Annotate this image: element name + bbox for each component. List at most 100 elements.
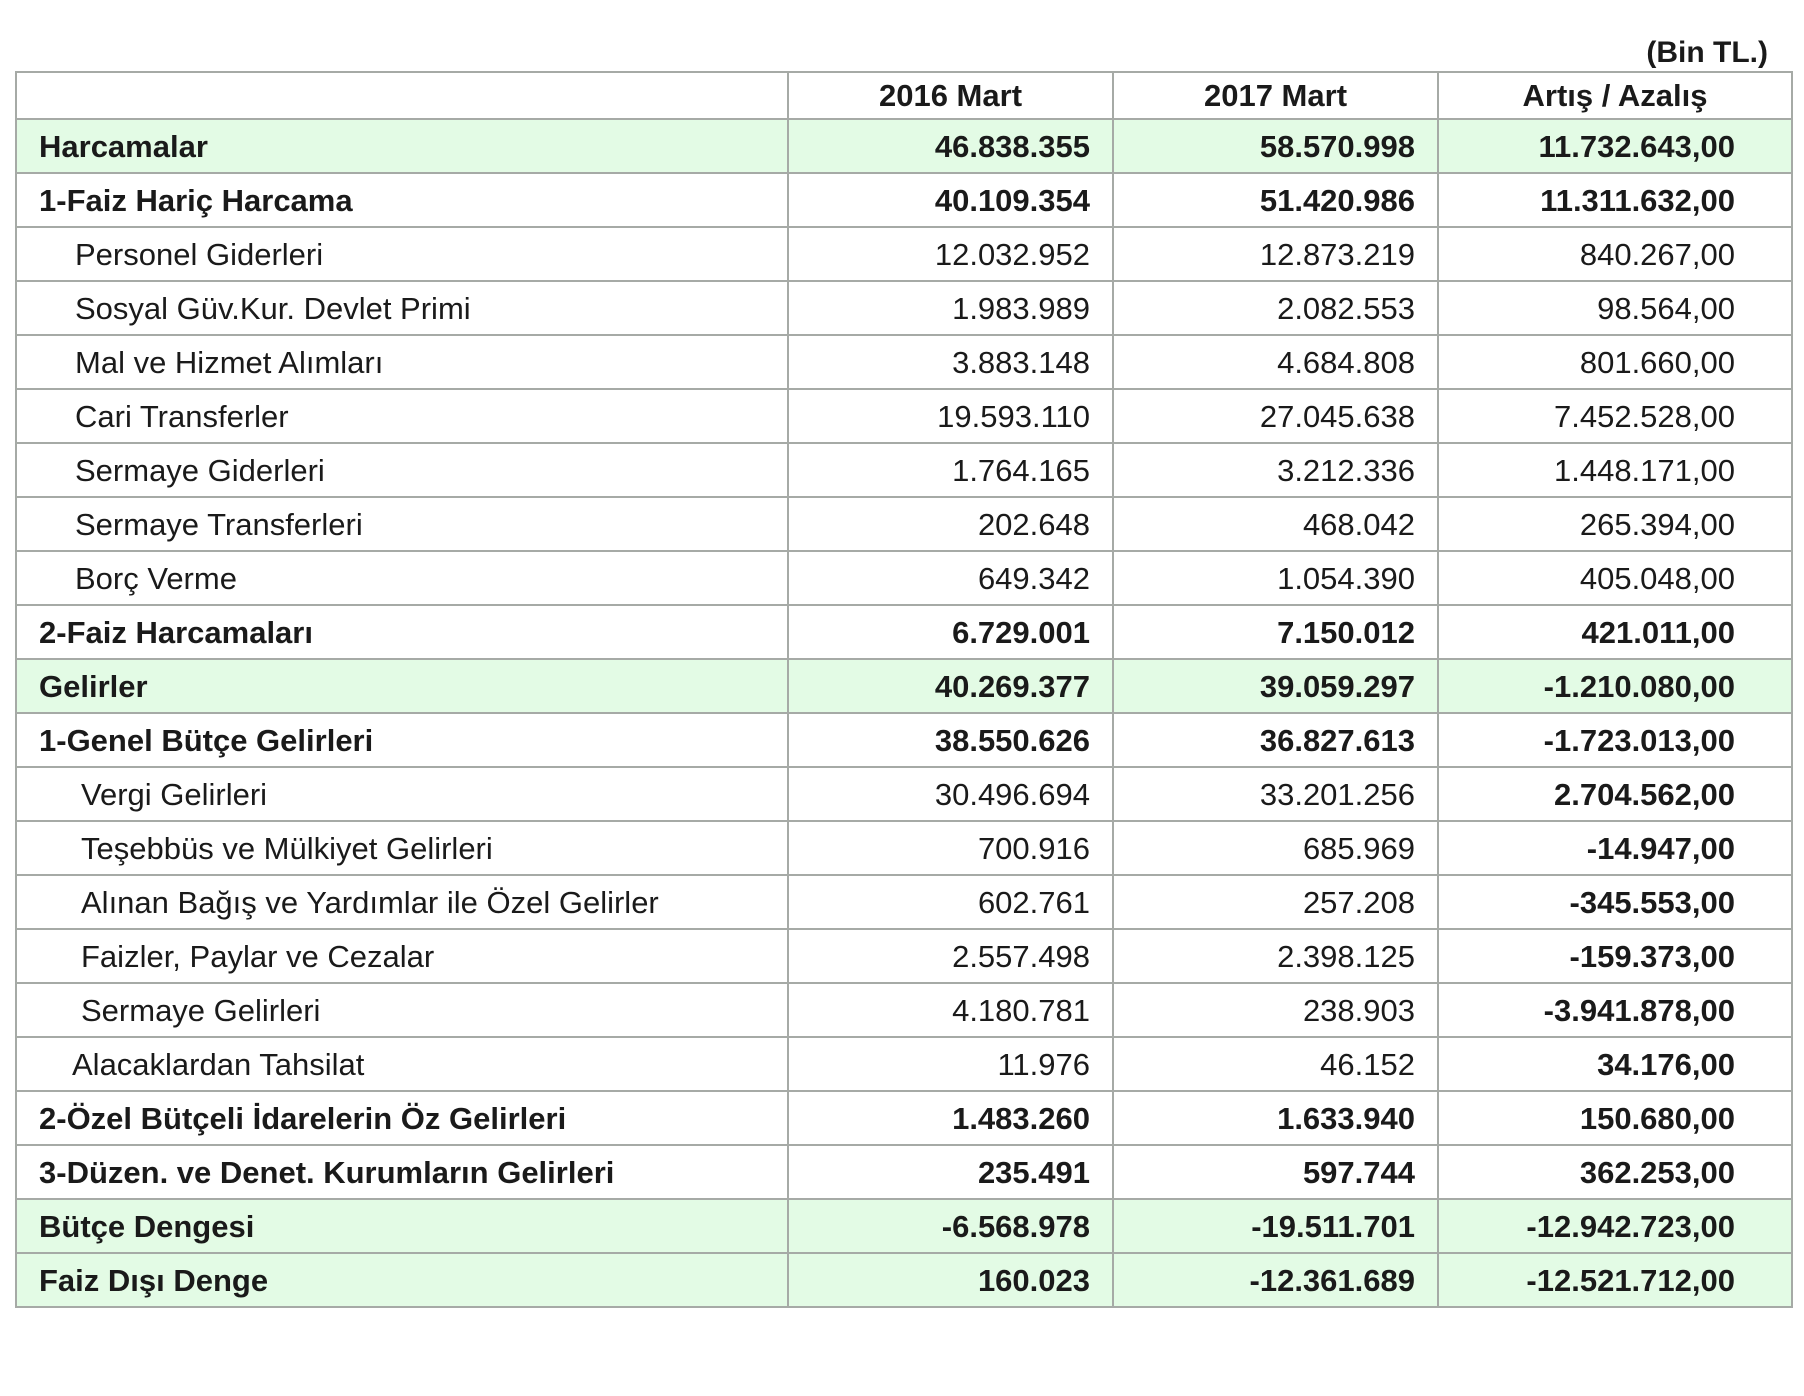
value-2017: 468.042	[1112, 496, 1439, 552]
table-row: Faizler, Paylar ve Cezalar 2.557.498 2.3…	[15, 928, 1793, 984]
table-row: Borç Verme 649.342 1.054.390 405.048,00	[15, 550, 1793, 606]
row-label: Sosyal Güv.Kur. Devlet Primi	[15, 280, 789, 336]
value-diff: -1.723.013,00	[1437, 712, 1793, 768]
table-row: Cari Transferler 19.593.110 27.045.638 7…	[15, 388, 1793, 444]
row-label: 1-Faiz Hariç Harcama	[15, 172, 789, 228]
value-diff: 421.011,00	[1437, 604, 1793, 660]
row-faiz-harcamalari: 2-Faiz Harcamaları 6.729.001 7.150.012 4…	[15, 604, 1793, 660]
value-diff: 2.704.562,00	[1437, 766, 1793, 822]
row-label: Sermaye Giderleri	[15, 442, 789, 498]
row-label: 2-Faiz Harcamaları	[15, 604, 789, 660]
header-2016: 2016 Mart	[787, 71, 1114, 120]
value-2016: 202.648	[787, 496, 1114, 552]
table-row: Sermaye Transferleri 202.648 468.042 265…	[15, 496, 1793, 552]
row-duzen-denet-kurumlar: 3-Düzen. ve Denet. Kurumların Gelirleri …	[15, 1144, 1793, 1200]
value-2017: 51.420.986	[1112, 172, 1439, 228]
value-2017: 1.054.390	[1112, 550, 1439, 606]
row-label: Alacaklardan Tahsilat	[15, 1036, 789, 1092]
value-diff: 150.680,00	[1437, 1090, 1793, 1146]
budget-table: 2016 Mart 2017 Mart Artış / Azalış Harca…	[15, 71, 1793, 1308]
value-2016: 602.761	[787, 874, 1114, 930]
value-diff: 362.253,00	[1437, 1144, 1793, 1200]
row-label: Sermaye Transferleri	[15, 496, 789, 552]
row-label: Gelirler	[15, 658, 789, 714]
value-2016: 700.916	[787, 820, 1114, 876]
value-2016: 11.976	[787, 1036, 1114, 1092]
row-label: Harcamalar	[15, 118, 789, 174]
row-butce-dengesi: Bütçe Dengesi -6.568.978 -19.511.701 -12…	[15, 1198, 1793, 1254]
row-ozel-butceli-idareler: 2-Özel Bütçeli İdarelerin Öz Gelirleri 1…	[15, 1090, 1793, 1146]
value-2016: -6.568.978	[787, 1198, 1114, 1254]
row-label: 3-Düzen. ve Denet. Kurumların Gelirleri	[15, 1144, 789, 1200]
value-2017: 257.208	[1112, 874, 1439, 930]
row-label: Borç Verme	[15, 550, 789, 606]
value-2017: 36.827.613	[1112, 712, 1439, 768]
value-2016: 2.557.498	[787, 928, 1114, 984]
value-2016: 1.764.165	[787, 442, 1114, 498]
value-2017: 58.570.998	[1112, 118, 1439, 174]
row-label: Bütçe Dengesi	[15, 1198, 789, 1254]
value-2017: 33.201.256	[1112, 766, 1439, 822]
row-label: Alınan Bağış ve Yardımlar ile Özel Gelir…	[15, 874, 789, 930]
row-label: Vergi Gelirleri	[15, 766, 789, 822]
value-2016: 160.023	[787, 1252, 1114, 1308]
value-diff: -345.553,00	[1437, 874, 1793, 930]
table-row: Sermaye Gelirleri 4.180.781 238.903 -3.9…	[15, 982, 1793, 1038]
table-row: Alınan Bağış ve Yardımlar ile Özel Gelir…	[15, 874, 1793, 930]
table-row: Personel Giderleri 12.032.952 12.873.219…	[15, 226, 1793, 282]
value-diff: 405.048,00	[1437, 550, 1793, 606]
row-faiz-haric-harcama: 1-Faiz Hariç Harcama 40.109.354 51.420.9…	[15, 172, 1793, 228]
value-diff: 34.176,00	[1437, 1036, 1793, 1092]
value-2016: 19.593.110	[787, 388, 1114, 444]
row-label: Sermaye Gelirleri	[15, 982, 789, 1038]
row-label: Faiz Dışı Denge	[15, 1252, 789, 1308]
row-faiz-disi-denge: Faiz Dışı Denge 160.023 -12.361.689 -12.…	[15, 1252, 1793, 1308]
value-2016: 235.491	[787, 1144, 1114, 1200]
value-diff: 801.660,00	[1437, 334, 1793, 390]
value-diff: -159.373,00	[1437, 928, 1793, 984]
value-diff: -3.941.878,00	[1437, 982, 1793, 1038]
value-2017: 1.633.940	[1112, 1090, 1439, 1146]
value-diff: -14.947,00	[1437, 820, 1793, 876]
value-2017: -19.511.701	[1112, 1198, 1439, 1254]
value-2017: 685.969	[1112, 820, 1439, 876]
value-diff: -12.521.712,00	[1437, 1252, 1793, 1308]
table-row: Alacaklardan Tahsilat 11.976 46.152 34.1…	[15, 1036, 1793, 1092]
unit-note: (Bin TL.)	[1646, 36, 1768, 69]
row-genel-butce-gelirleri: 1-Genel Bütçe Gelirleri 38.550.626 36.82…	[15, 712, 1793, 768]
header-diff: Artış / Azalış	[1437, 71, 1793, 120]
header-2017: 2017 Mart	[1112, 71, 1439, 120]
row-label: Personel Giderleri	[15, 226, 789, 282]
row-label: 1-Genel Bütçe Gelirleri	[15, 712, 789, 768]
table-row: Teşebbüs ve Mülkiyet Gelirleri 700.916 6…	[15, 820, 1793, 876]
value-diff: 98.564,00	[1437, 280, 1793, 336]
row-label: 2-Özel Bütçeli İdarelerin Öz Gelirleri	[15, 1090, 789, 1146]
value-2017: 7.150.012	[1112, 604, 1439, 660]
table-row: Sermaye Giderleri 1.764.165 3.212.336 1.…	[15, 442, 1793, 498]
value-2016: 40.269.377	[787, 658, 1114, 714]
value-diff: 1.448.171,00	[1437, 442, 1793, 498]
value-diff: 11.732.643,00	[1437, 118, 1793, 174]
row-gelirler: Gelirler 40.269.377 39.059.297 -1.210.08…	[15, 658, 1793, 714]
row-label: Teşebbüs ve Mülkiyet Gelirleri	[15, 820, 789, 876]
value-2016: 6.729.001	[787, 604, 1114, 660]
table-row: Mal ve Hizmet Alımları 3.883.148 4.684.8…	[15, 334, 1793, 390]
header-row: 2016 Mart 2017 Mart Artış / Azalış	[15, 71, 1793, 120]
header-label	[15, 71, 789, 120]
value-diff: 840.267,00	[1437, 226, 1793, 282]
table-row: Sosyal Güv.Kur. Devlet Primi 1.983.989 2…	[15, 280, 1793, 336]
value-diff: 11.311.632,00	[1437, 172, 1793, 228]
value-2016: 1.483.260	[787, 1090, 1114, 1146]
value-2016: 4.180.781	[787, 982, 1114, 1038]
row-label: Mal ve Hizmet Alımları	[15, 334, 789, 390]
value-diff: -1.210.080,00	[1437, 658, 1793, 714]
value-2017: 12.873.219	[1112, 226, 1439, 282]
value-2017: 46.152	[1112, 1036, 1439, 1092]
value-2016: 38.550.626	[787, 712, 1114, 768]
table-row: Vergi Gelirleri 30.496.694 33.201.256 2.…	[15, 766, 1793, 822]
value-2017: 2.398.125	[1112, 928, 1439, 984]
value-2017: 4.684.808	[1112, 334, 1439, 390]
value-diff: 7.452.528,00	[1437, 388, 1793, 444]
value-diff: 265.394,00	[1437, 496, 1793, 552]
value-2017: 39.059.297	[1112, 658, 1439, 714]
